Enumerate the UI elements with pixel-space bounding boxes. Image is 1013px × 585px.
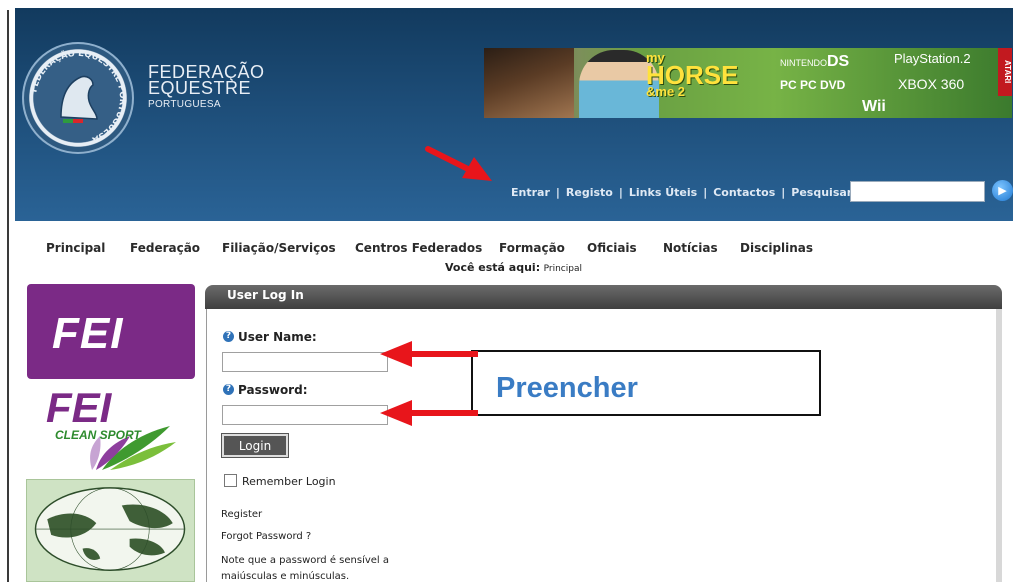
top-link-entrar[interactable]: Entrar — [511, 186, 550, 199]
search-label: Pesquisar: — [791, 186, 857, 199]
nav-item-formacao[interactable]: Formação — [499, 241, 565, 255]
federation-name[interactable]: FEDERAÇÃO EQUESTRE PORTUGUESA — [148, 63, 265, 113]
seal-icon: FEDERAÇÃO EQUESTRE PORTUGUESA — [29, 49, 127, 145]
top-link-links-uteis[interactable]: Links Úteis — [629, 186, 697, 199]
nav-item-principal[interactable]: Principal — [46, 241, 105, 255]
top-links: Entrar | Registo | Links Úteis | Contactos | Pes… — [511, 186, 857, 199]
annotation-callout-text: Preencher — [496, 372, 638, 404]
nav-item-oficiais[interactable]: Oficiais — [587, 241, 637, 255]
nav-item-federacao[interactable]: Federação — [130, 241, 200, 255]
password-case-note: Note que a password é sensível a maiúscu… — [221, 555, 390, 582]
password-input[interactable] — [222, 405, 388, 425]
banner-platform-xbox: XBOX 360 — [898, 76, 965, 92]
remember-login-checkbox[interactable] — [224, 474, 237, 487]
top-link-contactos[interactable]: Contactos — [713, 186, 775, 199]
login-button[interactable]: Login — [221, 433, 289, 458]
horse-head-icon — [60, 75, 98, 120]
frame-border — [7, 10, 9, 582]
nav-item-filiacao-servicos[interactable]: Filiação/Serviços — [222, 241, 336, 255]
banner-platform-ds: NINTENDODS — [780, 53, 849, 71]
globe-icon — [34, 487, 186, 571]
fei-logo-text: FEI — [52, 309, 124, 358]
search-input[interactable] — [850, 181, 985, 202]
register-link[interactable]: Register — [221, 509, 262, 520]
banner-platform-wii: Wii — [862, 98, 886, 115]
banner-game-title: my HORSE &me 2 — [646, 51, 738, 98]
breadcrumb-current[interactable]: Principal — [544, 264, 582, 274]
ds-prefix: NINTENDO — [780, 58, 827, 68]
nav-item-disciplinas[interactable]: Disciplinas — [740, 241, 813, 255]
help-icon[interactable]: ? — [223, 331, 234, 342]
help-icon[interactable]: ? — [223, 384, 234, 395]
breadcrumb: Você está aqui: Principal — [445, 261, 582, 274]
clean-sport-text[interactable]: CLEAN SPORT — [55, 428, 141, 442]
frame-edge — [0, 0, 6, 582]
banner-platform-pc: PC PC DVD — [780, 78, 846, 92]
remember-login-label[interactable]: Remember Login — [242, 475, 336, 488]
ds-label: DS — [827, 53, 850, 70]
nav-item-centros-federados[interactable]: Centros Federados — [355, 241, 482, 255]
game-ad-banner[interactable]: my HORSE &me 2 NINTENDODS PlayStation.2 … — [484, 48, 1012, 118]
org-name-line2: EQUESTRE — [148, 78, 252, 98]
login-panel-title: User Log In — [227, 288, 304, 302]
org-name-line3: PORTUGUESA — [148, 99, 221, 110]
login-panel-header — [205, 285, 1002, 309]
nav-item-noticias[interactable]: Notícias — [663, 241, 718, 255]
fei-clean-logo-text: FEI — [46, 384, 112, 431]
top-link-registo[interactable]: Registo — [566, 186, 613, 199]
breadcrumb-label: Você está aqui: — [445, 261, 541, 274]
world-globe-sponsor[interactable] — [26, 479, 195, 582]
forgot-password-link[interactable]: Forgot Password ? — [221, 531, 311, 542]
password-label: Password: — [238, 383, 308, 397]
banner-platform-ps2: PlayStation.2 — [894, 51, 971, 66]
username-input[interactable] — [222, 352, 388, 372]
atari-logo: ATARI — [998, 48, 1012, 96]
horse-photo — [484, 48, 574, 118]
search-go-icon[interactable]: ▶ — [992, 180, 1013, 201]
username-label: User Name: — [238, 330, 317, 344]
